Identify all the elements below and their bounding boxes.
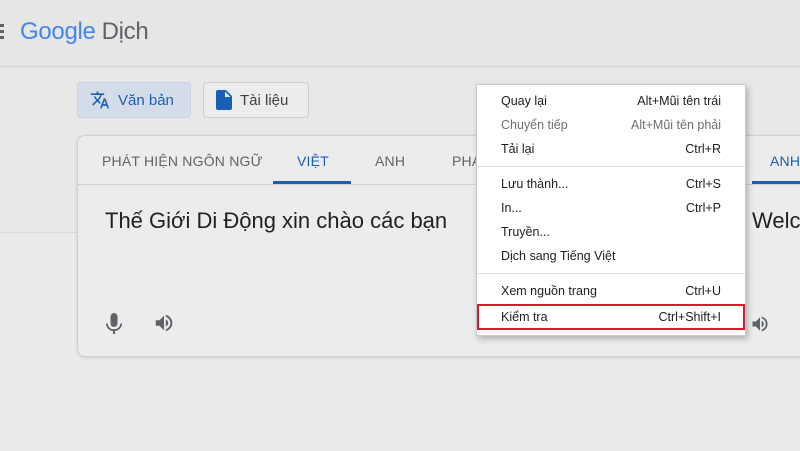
- speaker-icon[interactable]: [153, 312, 175, 334]
- menu-label: Truyền...: [501, 225, 550, 239]
- menu-item-inspect[interactable]: Kiểm tra Ctrl+Shift+I: [477, 304, 745, 330]
- menu-shortcut: Ctrl+Shift+I: [658, 310, 721, 324]
- translation-output: Welc: [752, 208, 800, 233]
- menu-separator: [477, 166, 745, 167]
- menu-item-reload[interactable]: Tải lại Ctrl+R: [477, 137, 745, 161]
- menu-item-cast[interactable]: Truyền...: [477, 220, 745, 244]
- menu-label: Lưu thành...: [501, 177, 569, 191]
- app-header: Google Dịch: [0, 0, 800, 67]
- menu-label: Chuyển tiếp: [501, 118, 568, 132]
- menu-item-save-as[interactable]: Lưu thành... Ctrl+S: [477, 172, 745, 196]
- google-translate-logo[interactable]: Google Dịch: [20, 18, 149, 46]
- target-tab-indicator: [752, 181, 800, 184]
- tab-vietnamese[interactable]: VIỆT: [297, 153, 329, 169]
- menu-shortcut: Ctrl+R: [685, 142, 721, 156]
- context-menu: Quay lại Alt+Mũi tên trái Chuyển tiếp Al…: [476, 84, 746, 336]
- logo-product: Dịch: [101, 18, 149, 45]
- menu-shortcut: Ctrl+U: [685, 284, 721, 298]
- document-mode-label: Tài liệu: [240, 91, 289, 109]
- menu-label: Dịch sang Tiếng Việt: [501, 249, 616, 263]
- menu-label: Quay lại: [501, 94, 547, 108]
- text-mode-label: Văn bản: [118, 91, 174, 109]
- translate-icon: [90, 91, 110, 109]
- source-textarea[interactable]: Thế Giới Di Động xin chào các bạn: [105, 208, 447, 234]
- menu-item-view-source[interactable]: Xem nguồn trang Ctrl+U: [477, 279, 745, 303]
- active-tab-indicator: [273, 181, 351, 184]
- logo-google: Google: [20, 18, 96, 45]
- tab-target-english[interactable]: ANH: [770, 153, 800, 169]
- menu-shortcut: Ctrl+S: [685, 177, 721, 191]
- menu-shortcut: Alt+Mũi tên trái: [637, 94, 721, 108]
- menu-label: Xem nguồn trang: [501, 284, 597, 298]
- target-speaker-icon[interactable]: [750, 314, 770, 334]
- menu-icon[interactable]: [0, 24, 4, 42]
- menu-item-back[interactable]: Quay lại Alt+Mũi tên trái: [477, 89, 745, 113]
- menu-label: Tải lại: [501, 142, 535, 156]
- microphone-icon[interactable]: [104, 312, 124, 336]
- menu-item-print[interactable]: In... Ctrl+P: [477, 196, 745, 220]
- menu-separator: [477, 273, 745, 274]
- menu-item-translate[interactable]: Dịch sang Tiếng Việt: [477, 244, 745, 268]
- tab-detect-language[interactable]: PHÁT HIỆN NGÔN NGỮ: [102, 153, 263, 169]
- menu-shortcut: Ctrl+P: [685, 201, 721, 215]
- document-mode-button[interactable]: Tài liệu: [203, 82, 309, 118]
- tab-english[interactable]: ANH: [375, 153, 405, 169]
- text-mode-button[interactable]: Văn bản: [77, 82, 191, 118]
- menu-label: Kiểm tra: [501, 310, 548, 324]
- menu-shortcut: Alt+Mũi tên phải: [631, 118, 721, 132]
- document-icon: [216, 90, 232, 110]
- menu-item-forward[interactable]: Chuyển tiếp Alt+Mũi tên phải: [477, 113, 745, 137]
- menu-label: In...: [501, 201, 522, 215]
